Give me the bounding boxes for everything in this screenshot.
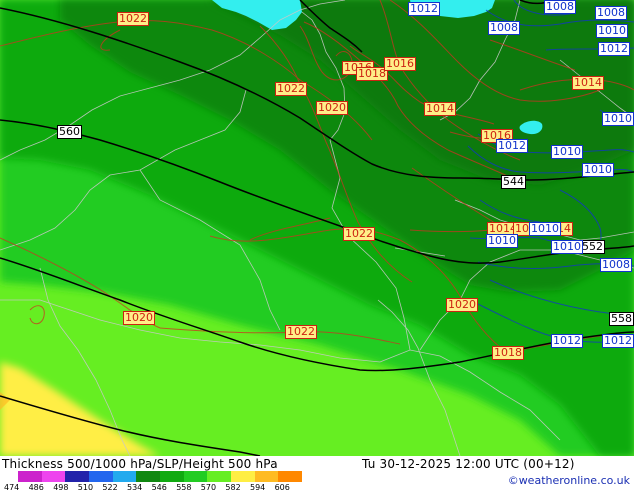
weather-map: 5605445525581022102210161018101610201014…	[0, 0, 634, 456]
scale-tick-label: 606	[274, 483, 290, 492]
slp-low-label: 1008	[600, 258, 632, 272]
slp-low-label: 1008	[595, 6, 627, 20]
scale-swatch	[278, 471, 303, 482]
slp-low-label: 1010	[529, 222, 561, 236]
slp-low-label: 1010	[551, 145, 583, 159]
scale-swatch	[231, 471, 255, 482]
map-title: Thickness 500/1000 hPa/SLP/Height 500 hP…	[2, 457, 278, 471]
height-500-label: 560	[57, 125, 82, 139]
height-500-label: 544	[501, 175, 526, 189]
slp-high-label: 1016	[384, 57, 416, 71]
scale-swatch	[65, 471, 90, 482]
slp-high-label: 1022	[343, 227, 375, 241]
scale-tick-label: 510	[77, 483, 94, 492]
slp-low-label: 1012	[598, 42, 630, 56]
scale-swatch	[112, 471, 137, 482]
slp-low-label: 1012	[408, 2, 440, 16]
scale-swatch	[160, 471, 184, 482]
credit-link[interactable]: ©weatheronline.co.uk	[508, 474, 630, 487]
slp-high-label: 1022	[275, 82, 307, 96]
slp-low-label: 1012	[602, 334, 634, 348]
slp-high-label: 1014	[572, 76, 604, 90]
height-500-label: 558	[609, 312, 634, 326]
scale-tick-label: 534	[127, 483, 143, 492]
scale-swatch	[89, 471, 113, 482]
slp-low-label: 1008	[544, 0, 576, 14]
scale-tick-label: 582	[225, 483, 241, 492]
slp-low-label: 1008	[488, 21, 520, 35]
slp-high-label: 1020	[123, 311, 155, 325]
slp-high-label: 1014	[424, 102, 456, 116]
scale-tick-label: 522	[102, 483, 118, 492]
scale-swatch	[41, 471, 66, 482]
scale-swatch	[136, 471, 161, 482]
scale-swatch	[207, 471, 232, 482]
scale-tick-label: 594	[250, 483, 266, 492]
slp-high-label: 1022	[285, 325, 317, 339]
scale-tick-label: 558	[176, 483, 192, 492]
slp-high-label: 1018	[492, 346, 524, 360]
map-datetime: Tu 30-12-2025 12:00 UTC (00+12)	[362, 457, 575, 471]
scale-swatch	[183, 471, 208, 482]
thickness-color-scale	[18, 471, 303, 482]
slp-low-label: 1010	[596, 24, 628, 38]
slp-low-label: 1010	[582, 163, 614, 177]
slp-low-label: 1012	[551, 334, 583, 348]
scale-tick-label: 486	[28, 483, 44, 492]
scale-tick-label: 546	[151, 483, 167, 492]
height-500-label: 552	[580, 240, 605, 254]
scale-tick-label: 498	[53, 483, 69, 492]
slp-high-label: 1020	[446, 298, 478, 312]
scale-swatch	[18, 471, 42, 482]
slp-low-label: 1010	[551, 240, 583, 254]
scale-tick-label: 474	[4, 483, 20, 492]
scale-swatch	[254, 471, 279, 482]
slp-low-label: 1010	[602, 112, 634, 126]
slp-high-label: 1022	[117, 12, 149, 26]
slp-low-label: 1012	[496, 139, 528, 153]
scale-tick-label: 570	[200, 483, 217, 492]
slp-high-label: 1020	[316, 101, 348, 115]
slp-low-label: 1010	[486, 234, 518, 248]
